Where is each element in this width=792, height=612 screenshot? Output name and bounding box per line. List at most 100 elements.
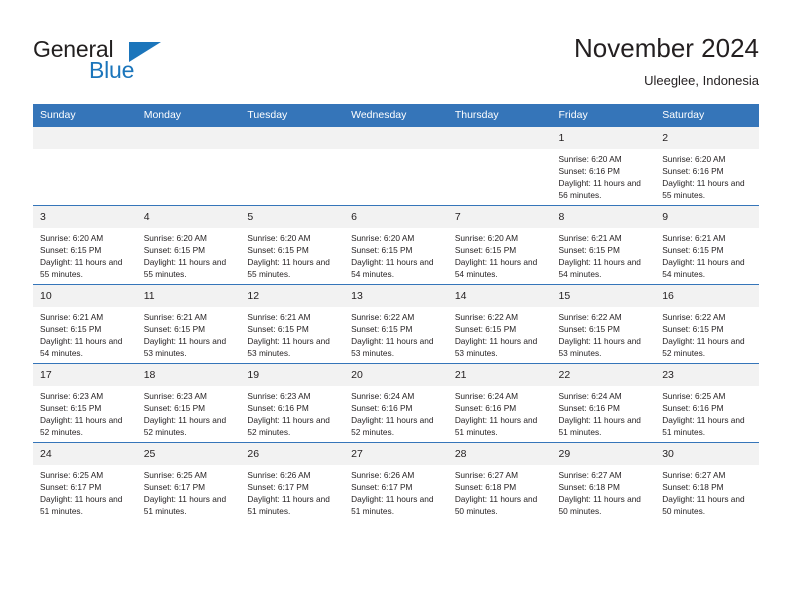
sunrise-text: Sunrise: 6:20 AM — [662, 154, 726, 164]
daylight-text: Daylight: 11 hours and 55 minutes. — [247, 257, 330, 280]
day-details: Sunrise: 6:26 AM Sunset: 6:17 PM Daylight:… — [344, 465, 448, 517]
sunrise-text: Sunrise: 6:24 AM — [558, 391, 622, 401]
sunset-text: Sunset: 6:15 PM — [454, 324, 517, 335]
day-number: 19 — [240, 364, 345, 386]
day-details: Sunrise: 6:23 AM Sunset: 6:15 PM Daylight:… — [33, 386, 137, 438]
sunset-text: Sunset: 6:15 PM — [40, 324, 102, 335]
calendar-day-cell[interactable]: 26 Sunrise: 6:26 AM Sunset: 6:17 PM Dayligh… — [240, 442, 345, 521]
calendar-week-row: 17 Sunrise: 6:23 AM Sunset: 6:15 PM Dayligh… — [33, 363, 759, 443]
calendar-day-cell[interactable]: 13 Sunrise: 6:22 AM Sunset: 6:15 PM Dayligh… — [344, 284, 448, 364]
calendar-day-cell[interactable]: 12 Sunrise: 6:21 AM Sunset: 6:15 PM Dayligh… — [240, 284, 345, 364]
day-number: 29 — [551, 443, 656, 465]
sunrise-text: Sunrise: 6:21 AM — [143, 312, 207, 322]
day-number: 22 — [551, 364, 656, 386]
sunrise-text: Sunrise: 6:20 AM — [40, 233, 104, 243]
sunset-text: Sunset: 6:15 PM — [662, 245, 724, 256]
general-blue-logo[interactable]: General Blue — [33, 36, 213, 88]
day-number: 15 — [551, 285, 656, 307]
calendar-day-cell[interactable]: 18 Sunrise: 6:23 AM Sunset: 6:15 PM Dayligh… — [136, 363, 241, 443]
day-details: Sunrise: 6:24 AM Sunset: 6:16 PM Daylight:… — [552, 386, 656, 438]
daylight-text: Daylight: 11 hours and 54 minutes. — [40, 336, 123, 359]
calendar-cell-empty — [33, 126, 137, 206]
daylight-text: Daylight: 11 hours and 53 minutes. — [351, 336, 434, 359]
sunrise-text: Sunrise: 6:26 AM — [351, 470, 415, 480]
calendar-day-cell[interactable]: 27 Sunrise: 6:26 AM Sunset: 6:17 PM Dayligh… — [344, 442, 448, 521]
calendar-day-cell[interactable]: 19 Sunrise: 6:23 AM Sunset: 6:16 PM Dayligh… — [240, 363, 345, 443]
sunrise-text: Sunrise: 6:25 AM — [662, 391, 726, 401]
calendar-day-cell[interactable]: 2 Sunrise: 6:20 AM Sunset: 6:16 PM Daylight… — [655, 126, 759, 206]
sunset-text: Sunset: 6:15 PM — [143, 403, 206, 414]
sunrise-text: Sunrise: 6:20 AM — [351, 233, 415, 243]
calendar-day-cell[interactable]: 24 Sunrise: 6:25 AM Sunset: 6:17 PM Dayligh… — [33, 442, 137, 521]
calendar-day-cell[interactable]: 6 Sunrise: 6:20 AM Sunset: 6:15 PM Daylight… — [344, 205, 448, 285]
daylight-text: Daylight: 11 hours and 53 minutes. — [247, 336, 330, 359]
weekday-header-wednesday: Wednesday — [344, 104, 448, 127]
calendar-cell-empty — [447, 126, 552, 206]
calendar-day-cell[interactable]: 23 Sunrise: 6:25 AM Sunset: 6:16 PM Dayligh… — [655, 363, 759, 443]
calendar-week-row: 24 Sunrise: 6:25 AM Sunset: 6:17 PM Dayligh… — [33, 442, 759, 521]
sunrise-text: Sunrise: 6:27 AM — [558, 470, 622, 480]
day-number: 8 — [551, 206, 656, 228]
calendar-day-cell[interactable]: 4 Sunrise: 6:20 AM Sunset: 6:15 PM Daylight… — [136, 205, 241, 285]
calendar-day-cell[interactable]: 30 Sunrise: 6:27 AM Sunset: 6:18 PM Dayligh… — [655, 442, 759, 521]
day-details: Sunrise: 6:21 AM Sunset: 6:15 PM Daylight:… — [33, 307, 137, 359]
day-number: 14 — [447, 285, 552, 307]
calendar-day-cell[interactable]: 8 Sunrise: 6:21 AM Sunset: 6:15 PM Daylight… — [551, 205, 656, 285]
day-details: Sunrise: 6:21 AM Sunset: 6:15 PM Daylight:… — [137, 307, 241, 359]
weekday-header-monday: Monday — [136, 104, 241, 127]
calendar-day-cell[interactable]: 10 Sunrise: 6:21 AM Sunset: 6:15 PM Dayligh… — [33, 284, 137, 364]
calendar-header-row: Sunday Monday Tuesday Wednesday Thursday… — [33, 104, 759, 127]
calendar-day-cell[interactable]: 7 Sunrise: 6:20 AM Sunset: 6:15 PM Daylight… — [447, 205, 552, 285]
calendar-day-cell[interactable]: 5 Sunrise: 6:20 AM Sunset: 6:15 PM Daylight… — [240, 205, 345, 285]
sunset-text: Sunset: 6:17 PM — [351, 482, 413, 493]
day-number: 3 — [33, 206, 137, 228]
day-details: Sunrise: 6:20 AM Sunset: 6:15 PM Daylight:… — [344, 228, 448, 280]
day-number: 26 — [240, 443, 345, 465]
sunset-text: Sunset: 6:15 PM — [40, 245, 102, 256]
daylight-text: Daylight: 11 hours and 51 minutes. — [40, 494, 123, 517]
calendar-day-cell[interactable]: 11 Sunrise: 6:21 AM Sunset: 6:15 PM Dayligh… — [136, 284, 241, 364]
daylight-text: Daylight: 11 hours and 51 minutes. — [351, 494, 434, 517]
calendar-day-cell[interactable]: 20 Sunrise: 6:24 AM Sunset: 6:16 PM Dayligh… — [344, 363, 448, 443]
sunset-text: Sunset: 6:18 PM — [662, 482, 724, 493]
calendar-cell-empty — [344, 126, 448, 206]
day-details: Sunrise: 6:20 AM Sunset: 6:15 PM Daylight:… — [448, 228, 552, 280]
sunrise-text: Sunrise: 6:21 AM — [662, 233, 726, 243]
sunset-text: Sunset: 6:16 PM — [247, 403, 309, 414]
day-number: 16 — [655, 285, 759, 307]
day-number: 17 — [33, 364, 137, 386]
calendar-day-cell[interactable]: 16 Sunrise: 6:22 AM Sunset: 6:15 PM Dayligh… — [655, 284, 759, 364]
day-number: 24 — [33, 443, 137, 465]
calendar-day-cell[interactable]: 1 Sunrise: 6:20 AM Sunset: 6:16 PM Daylight… — [551, 126, 656, 206]
sunset-text: Sunset: 6:16 PM — [662, 403, 724, 414]
calendar-day-cell[interactable]: 25 Sunrise: 6:25 AM Sunset: 6:17 PM Dayligh… — [136, 442, 241, 521]
sunrise-text: Sunrise: 6:27 AM — [662, 470, 726, 480]
day-details: Sunrise: 6:21 AM Sunset: 6:15 PM Daylight:… — [240, 307, 344, 359]
day-number — [240, 127, 345, 149]
weekday-header-sunday: Sunday — [33, 104, 137, 127]
daylight-text: Daylight: 11 hours and 54 minutes. — [558, 257, 641, 280]
calendar-day-cell[interactable]: 3 Sunrise: 6:20 AM Sunset: 6:15 PM Daylight… — [33, 205, 137, 285]
sunrise-text: Sunrise: 6:22 AM — [454, 312, 518, 322]
calendar-day-cell[interactable]: 17 Sunrise: 6:23 AM Sunset: 6:15 PM Dayligh… — [33, 363, 137, 443]
day-details: Sunrise: 6:27 AM Sunset: 6:18 PM Daylight:… — [655, 465, 759, 517]
calendar-day-cell[interactable]: 14 Sunrise: 6:22 AM Sunset: 6:15 PM Dayligh… — [447, 284, 552, 364]
calendar-day-cell[interactable]: 21 Sunrise: 6:24 AM Sunset: 6:16 PM Dayligh… — [447, 363, 552, 443]
calendar-day-cell[interactable]: 29 Sunrise: 6:27 AM Sunset: 6:18 PM Dayligh… — [551, 442, 656, 521]
day-number: 12 — [240, 285, 345, 307]
day-number: 9 — [655, 206, 759, 228]
day-details: Sunrise: 6:27 AM Sunset: 6:18 PM Daylight:… — [448, 465, 552, 517]
calendar-day-cell[interactable]: 15 Sunrise: 6:22 AM Sunset: 6:15 PM Dayligh… — [551, 284, 656, 364]
calendar-day-cell[interactable]: 28 Sunrise: 6:27 AM Sunset: 6:18 PM Dayligh… — [447, 442, 552, 521]
sunrise-text: Sunrise: 6:26 AM — [247, 470, 311, 480]
day-number: 28 — [447, 443, 552, 465]
daylight-text: Daylight: 11 hours and 55 minutes. — [143, 257, 227, 280]
sunrise-text: Sunrise: 6:23 AM — [247, 391, 311, 401]
calendar-cell-empty — [240, 126, 345, 206]
calendar-day-cell[interactable]: 22 Sunrise: 6:24 AM Sunset: 6:16 PM Dayligh… — [551, 363, 656, 443]
calendar-day-cell[interactable]: 9 Sunrise: 6:21 AM Sunset: 6:15 PM Daylight… — [655, 205, 759, 285]
sunset-text: Sunset: 6:17 PM — [40, 482, 102, 493]
calendar-week-row: 10 Sunrise: 6:21 AM Sunset: 6:15 PM Dayligh… — [33, 284, 759, 364]
daylight-text: Daylight: 11 hours and 53 minutes. — [454, 336, 538, 359]
daylight-text: Daylight: 11 hours and 56 minutes. — [558, 178, 641, 201]
